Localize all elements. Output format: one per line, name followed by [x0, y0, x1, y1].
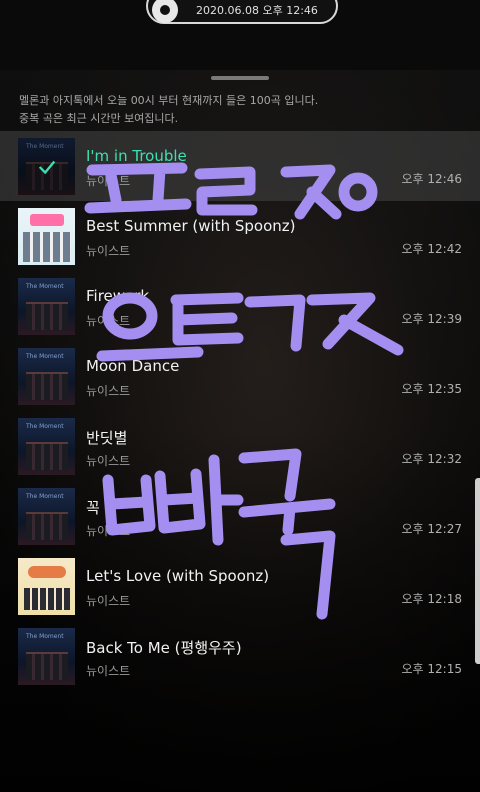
track-artist: 뉴이스트 [86, 384, 131, 398]
status-time: 2020.06.08 오후 12:46 [196, 4, 318, 17]
track-title: Moon Dance [86, 357, 180, 375]
track-title: Back To Me (평행우주) [86, 639, 242, 657]
track-row[interactable]: Best Summer (with Spoonz) 뉴이스트 오후 12:42 [0, 201, 480, 271]
album-art [18, 628, 75, 685]
track-row[interactable]: Back To Me (평행우주) 뉴이스트 오후 12:15 [0, 621, 480, 691]
track-title: 반딧별 [86, 429, 128, 447]
track-artist: 뉴이스트 [86, 664, 131, 678]
track-artist: 뉴이스트 [86, 524, 131, 538]
album-art [18, 348, 75, 405]
track-title: Let's Love (with Spoonz) [86, 567, 270, 585]
track-row[interactable]: I'm in Trouble 뉴이스트 오후 12:46 [0, 131, 480, 201]
track-row[interactable]: Let's Love (with Spoonz) 뉴이스트 오후 12:18 [0, 551, 480, 621]
track-time: 오후 12:42 [401, 242, 462, 256]
notice-line-2: 중복 곡은 최근 시간만 보여집니다. [19, 112, 179, 125]
album-art [18, 488, 75, 545]
album-art [18, 208, 75, 265]
track-title: I'm in Trouble [86, 147, 187, 165]
track-time: 오후 12:35 [401, 382, 462, 396]
track-row[interactable]: 꼭 뉴이스트 오후 12:27 [0, 481, 480, 551]
track-title: Firework [86, 287, 150, 305]
top-bar: 2020.06.08 오후 12:46 [0, 0, 480, 70]
sheet-drag-handle[interactable] [211, 76, 269, 80]
track-time: 오후 12:18 [401, 592, 462, 606]
track-artist: 뉴이스트 [86, 174, 131, 188]
album-art [18, 558, 75, 615]
track-artist: 뉴이스트 [86, 594, 131, 608]
track-time: 오후 12:27 [401, 522, 462, 536]
now-playing-check-icon [18, 138, 75, 195]
album-art [18, 138, 75, 195]
track-title: 꼭 [86, 499, 100, 517]
album-art [18, 278, 75, 335]
track-time: 오후 12:15 [401, 662, 462, 676]
status-pill[interactable]: 2020.06.08 오후 12:46 [146, 0, 338, 24]
track-row[interactable]: Firework 뉴이스트 오후 12:39 [0, 271, 480, 341]
track-artist: 뉴이스트 [86, 454, 131, 468]
track-row[interactable]: Moon Dance 뉴이스트 오후 12:35 [0, 341, 480, 411]
notice-line-1: 멜론과 아지톡에서 오늘 00시 부터 현재까지 들은 100곡 입니다. [19, 94, 319, 107]
track-time: 오후 12:32 [401, 452, 462, 466]
album-art [18, 418, 75, 475]
track-time: 오후 12:46 [401, 172, 462, 186]
history-notice: 멜론과 아지톡에서 오늘 00시 부터 현재까지 들은 100곡 입니다. 중복… [19, 92, 459, 128]
track-artist: 뉴이스트 [86, 244, 131, 258]
track-row[interactable]: 반딧별 뉴이스트 오후 12:32 [0, 411, 480, 481]
app-logo-icon [152, 0, 178, 23]
edge-scroll-handle[interactable] [475, 478, 480, 664]
track-title: Best Summer (with Spoonz) [86, 217, 296, 235]
track-artist: 뉴이스트 [86, 314, 131, 328]
track-time: 오후 12:39 [401, 312, 462, 326]
